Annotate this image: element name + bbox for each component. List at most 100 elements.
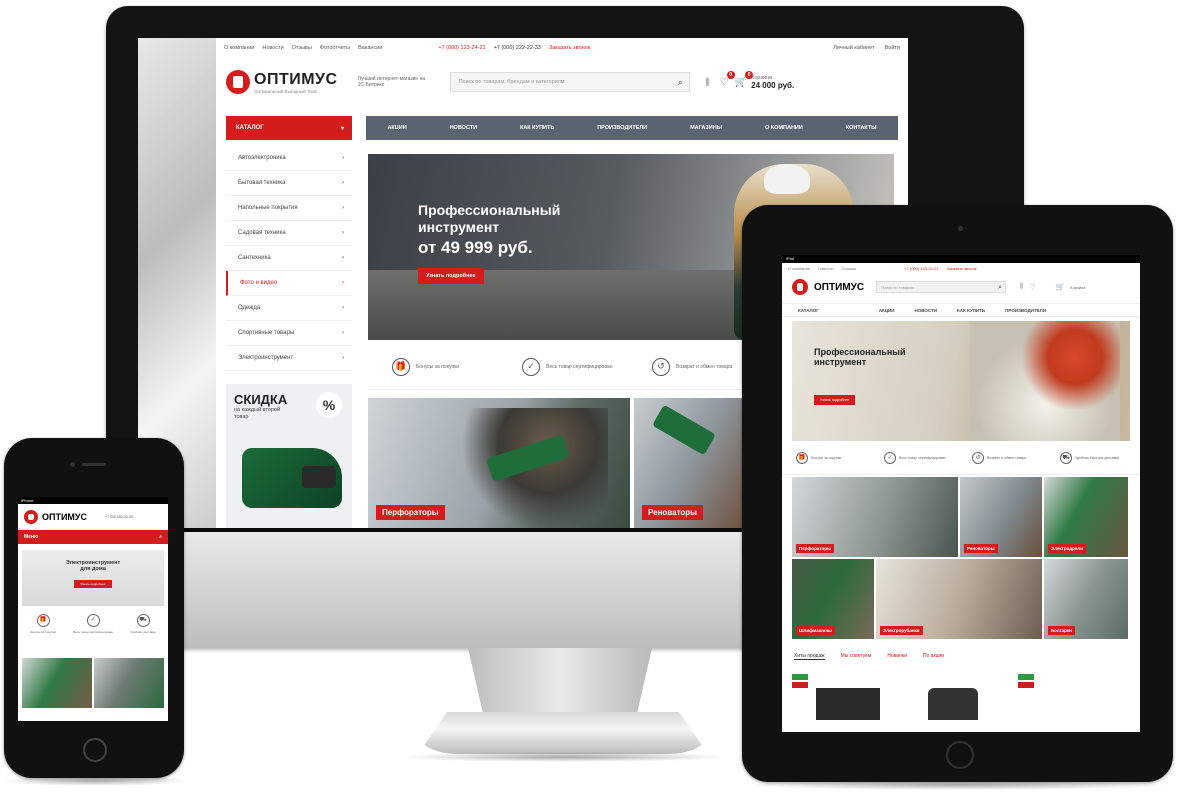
catalog-button[interactable]: КАТАЛОГ ▾ [226,116,352,140]
mobile-hero[interactable]: Электроинструмент для дома Узнать подробн… [22,550,164,606]
ipad-home-button[interactable] [946,741,974,769]
feature-text: Весь товар сертифицирован [73,630,113,634]
nav-item[interactable]: НОВОСТИ [915,308,938,313]
compare-icon[interactable]: ⫼ [1020,283,1023,291]
product-image[interactable] [816,688,880,720]
tile-label: Шлифмашины [796,626,835,635]
nav-item[interactable]: ПРОИЗВОДИТЕЛИ [1005,308,1046,313]
chevron-right-icon: › [342,155,344,161]
topbar-link[interactable]: Новости [818,266,833,271]
callback-link[interactable]: Заказать звонок [947,266,977,271]
search-icon[interactable]: ⌕ [678,78,682,88]
nav-item[interactable]: АКЦИИ [879,308,895,313]
catalog-button[interactable]: КАТАЛОГ [798,308,819,313]
logo-text[interactable]: ОПТИМУС [814,282,864,293]
iphone-camera [70,462,75,467]
feature-text: Бонусы за покупки [811,455,842,460]
side-menu-item[interactable]: Сантехника › [226,246,352,271]
product-badge [792,682,808,688]
category-tile-perforators[interactable]: Перфораторы [368,398,630,528]
status-bar: iPad [782,255,1140,263]
tab-item[interactable]: Хиты продаж [794,653,825,660]
imac-stand-foot [418,712,708,754]
category-tile[interactable]: Реноваторы [960,477,1042,557]
product-image[interactable] [928,688,978,720]
search-input[interactable]: Поиск по товарам [876,281,1007,293]
feature-text: Бонусы за покупки [416,363,460,370]
mobile-menu-bar[interactable]: Меню ⌕ [18,530,168,544]
topbar-link[interactable]: О компании [224,45,254,51]
feature-text: Бонусы за покупки [30,630,56,634]
account-link[interactable]: Личный кабинет [833,45,874,51]
logo-mark-icon [226,70,250,94]
category-tile[interactable]: Шлифмашины [792,559,874,639]
side-menu-item[interactable]: Напольные покрытия › [226,196,352,221]
phone-number[interactable]: +7 (000) 123-24-21 [904,266,938,271]
percent-icon: % [316,392,342,418]
phone-number-2[interactable]: +7 (000) 222-22-33 [494,45,541,51]
side-menu-item[interactable]: Бытовая техника › [226,171,352,196]
category-image[interactable] [22,658,92,708]
side-menu-item[interactable]: Одежда › [226,296,352,321]
nav-item[interactable]: ПРОИЗВОДИТЕЛИ [597,125,647,131]
iphone-home-button[interactable] [83,738,107,762]
chevron-right-icon: › [342,280,344,286]
callback-link[interactable]: Заказать звонок [549,45,590,51]
logo-mark-icon[interactable] [24,510,38,524]
topbar-link[interactable]: Отзывы [292,45,312,51]
phone-number[interactable]: +7 (000) 123-24-21 [438,45,485,51]
hero-button[interactable]: Узнать подробнее [418,268,484,284]
tablet-hero[interactable]: Профессиональный инструмент Узнать подроб… [792,321,1130,441]
phone-number[interactable]: +7 000 000-00-00 [105,515,133,519]
search-icon[interactable]: ⌕ [159,534,162,540]
login-link[interactable]: Войти [885,45,900,51]
side-menu-item[interactable]: Электроинструмент › [226,346,352,371]
hero-button[interactable]: Узнать подробнее [814,395,856,405]
logo-text[interactable]: ОПТИМУС [42,512,87,522]
cart[interactable]: 🛒 0 Корзина 24 000 руб. [735,70,794,91]
logo[interactable]: ОПТИМУС Оптимальный Выгодный Твой [226,70,338,94]
topbar-link[interactable]: Вакансии [358,45,382,51]
side-menu-item[interactable]: Автоэлектроника › [226,146,352,171]
side-menu-item[interactable]: Фото и видео › [226,271,352,296]
topbar-link[interactable]: Фотоотчеты [320,45,350,51]
topbar-link[interactable]: Отзывы [842,266,857,271]
search-input[interactable]: Поиск по товарам, брендам и категориям ⌕ [449,72,690,92]
category-tile[interactable]: Перфораторы [792,477,958,557]
topbar-link[interactable]: О компании [788,266,810,271]
category-tile-renovators[interactable]: Реноваторы [634,398,744,528]
nav-item[interactable]: МАГАЗИНЫ [690,125,722,131]
nav-item[interactable]: КОНТАКТЫ [846,125,877,131]
favorites-icon[interactable]: ♡ [1029,283,1035,291]
nav-item[interactable]: КАК КУПИТЬ [520,125,554,131]
cart-icon[interactable]: 🛒 0 [735,70,754,88]
chevron-right-icon: › [342,205,344,211]
logo-mark-icon[interactable] [792,279,808,295]
promo-banner[interactable]: СКИДКА на каждый второй товар % [226,384,352,528]
cart-icon[interactable]: 🛒 [1056,283,1065,291]
favorites-icon[interactable]: ♡ 0 [720,70,735,88]
side-menu-item[interactable]: Спортивные товары › [226,321,352,346]
tab-item[interactable]: Новинки [887,653,907,660]
feature-item: 🎁 Бонусы за покупки [368,357,498,376]
side-menu-label: Фото и видео [240,280,278,286]
category-image[interactable] [94,658,164,708]
category-tile[interactable]: Электродрели [1044,477,1128,557]
nav-item[interactable]: АКЦИИ [387,125,406,131]
tab-item[interactable]: Мы советуем [841,653,872,660]
compare-icon[interactable]: ⫼ [706,77,710,88]
side-menu-label: Напольные покрытия [238,205,298,211]
nav-item[interactable]: О КОМПАНИИ [765,125,803,131]
category-tile[interactable]: Болгарки [1044,559,1128,639]
product-row [782,660,1140,720]
topbar-link[interactable]: Новости [262,45,283,51]
nav-item[interactable]: НОВОСТИ [450,125,478,131]
category-tile[interactable]: Электрорубанки [876,559,1042,639]
side-menu-item[interactable]: Садовая техника › [226,221,352,246]
chevron-right-icon: › [342,180,344,186]
header-icons: ⫼ ♡ 0 [706,70,735,88]
iphone-shadow [0,776,190,786]
hero-button[interactable]: Узнать подробнее [74,580,112,588]
nav-item[interactable]: КАК КУПИТЬ [957,308,985,313]
tab-item[interactable]: По акции [923,653,944,660]
